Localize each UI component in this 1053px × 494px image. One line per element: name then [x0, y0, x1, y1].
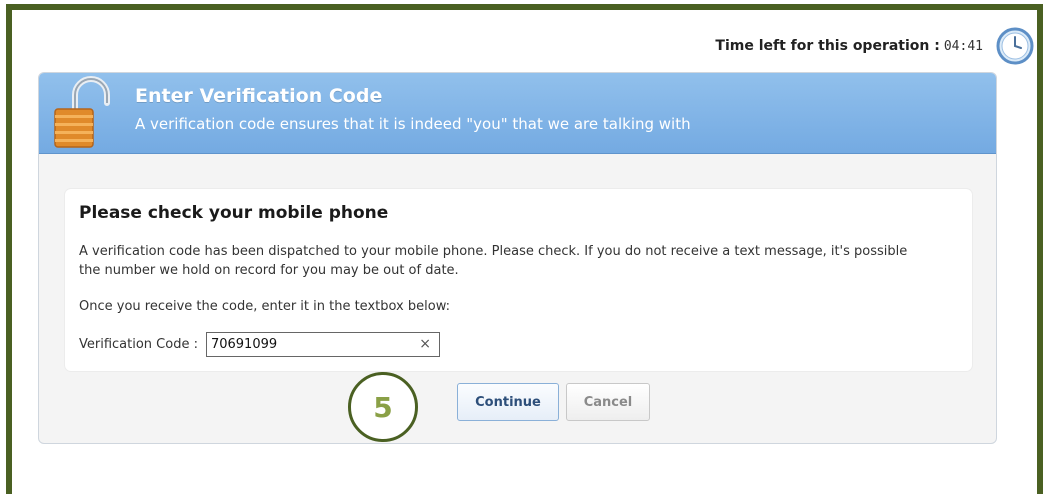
cancel-button[interactable]: Cancel [566, 383, 650, 421]
card-instruction: Once you receive the code, enter it in t… [79, 299, 450, 314]
clock-icon [996, 27, 1034, 65]
panel-header: Enter Verification Code A verification c… [39, 73, 996, 154]
verification-code-label: Verification Code : [79, 337, 198, 352]
card-message: A verification code has been dispatched … [79, 244, 908, 278]
panel-subtitle: A verification code ensures that it is i… [135, 115, 691, 133]
step-number-badge: 5 [348, 372, 418, 442]
verification-code-input[interactable] [206, 333, 415, 356]
verification-code-row: Verification Code : × [79, 332, 440, 357]
timer-bar: Time left for this operation : 04:41 [715, 26, 1035, 66]
padlock-icon [54, 76, 110, 148]
panel-title: Enter Verification Code [135, 85, 383, 107]
instruction-card: Please check your mobile phone A verific… [65, 189, 972, 371]
verification-panel: Enter Verification Code A verification c… [38, 72, 997, 444]
clear-input-icon[interactable]: × [419, 336, 431, 352]
timer-value: 04:41 [943, 38, 983, 54]
card-title: Please check your mobile phone [79, 203, 389, 223]
verification-code-box[interactable]: × [205, 332, 440, 357]
timer-label: Time left for this operation : [715, 38, 940, 54]
continue-button[interactable]: Continue [457, 383, 559, 421]
